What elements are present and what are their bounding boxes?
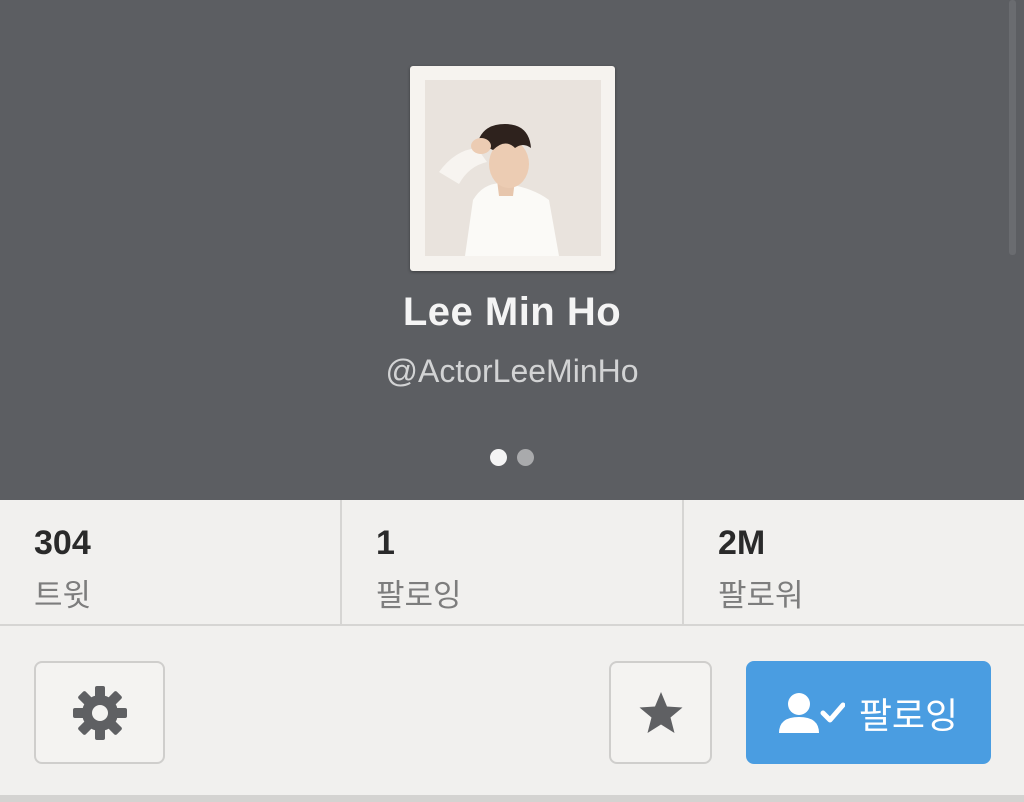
stat-label: 팔로잉 [376, 578, 462, 613]
following-button-label: 팔로잉 [858, 694, 959, 736]
profile-actions: 팔로잉 [0, 626, 1024, 802]
stat-following[interactable]: 1 팔로잉 [340, 500, 682, 624]
stat-label: 팔로워 [718, 578, 804, 613]
profile-name: Lee Min Ho [402, 290, 622, 334]
divider [0, 795, 1024, 802]
stat-value: 2M [718, 524, 766, 562]
pager-dot-1[interactable] [490, 449, 507, 466]
stat-label: 트윗 [34, 578, 92, 613]
pager-dots [0, 449, 1024, 467]
avatar-photo [425, 80, 601, 256]
stat-value: 1 [376, 524, 395, 562]
stat-value: 304 [34, 524, 91, 562]
profile-stats: 304 트윗 1 팔로잉 2M 팔로워 [0, 500, 1024, 626]
profile-header: Lee Min Ho @ActorLeeMinHo [0, 0, 1024, 500]
following-button[interactable]: 팔로잉 [746, 661, 991, 764]
star-icon [639, 691, 682, 733]
stat-tweets[interactable]: 304 트윗 [0, 500, 340, 624]
user-check-icon [778, 692, 845, 733]
avatar[interactable] [410, 66, 615, 271]
scrollbar[interactable] [1009, 0, 1016, 255]
favorite-button[interactable] [609, 661, 712, 764]
avatar-portrait-image [425, 80, 601, 256]
gear-icon [72, 685, 127, 740]
stat-followers[interactable]: 2M 팔로워 [682, 500, 1024, 624]
pager-dot-2[interactable] [517, 449, 534, 466]
profile-handle: @ActorLeeMinHo [385, 353, 639, 389]
settings-button[interactable] [34, 661, 165, 764]
